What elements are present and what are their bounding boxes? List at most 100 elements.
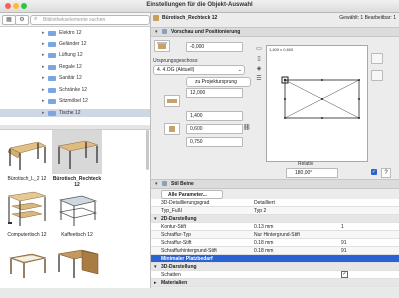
library-toolbar: ▦ ⚙ ⌕ Bibliothekselemente suchen xyxy=(2,14,150,25)
list-view-icon[interactable]: ☰ xyxy=(255,75,263,83)
object-thumbnail[interactable] xyxy=(2,242,52,298)
library-tree[interactable]: ▸ Elektro 12 ▸ Geländer 12 ▸ Lüftung 12 ▸ Re… xyxy=(0,26,150,126)
depth-field[interactable]: 0,600 xyxy=(186,124,243,134)
tree-item[interactable]: ▸ Lüftung 12 xyxy=(0,51,150,59)
chevron-down-icon[interactable]: ▾ xyxy=(155,181,158,187)
height-field[interactable]: 0,750 xyxy=(186,137,243,147)
section-view-icon[interactable]: ▯ xyxy=(255,55,263,63)
origin-story-select[interactable]: 4. 4.OG (Aktuell) ⌄ xyxy=(153,65,245,75)
section-icon xyxy=(162,29,167,34)
checkbox-checked[interactable]: ✓ xyxy=(371,169,377,175)
folder-icon xyxy=(48,42,56,47)
table-group-row[interactable]: ▾ 3D-Darstellung xyxy=(151,263,399,271)
table-row-highlighted[interactable]: Minimaler Platzbedarf xyxy=(151,255,399,263)
tree-item[interactable]: ▸ Regale 12 xyxy=(0,63,150,71)
link-icon[interactable]: ⛓ xyxy=(243,124,251,131)
offset-field[interactable]: -0,000 xyxy=(186,42,243,52)
object-type-icon xyxy=(153,15,159,21)
tree-item[interactable]: ▸ Sanitär 12 xyxy=(0,74,150,82)
view-tools: ▭ ▯ ◈ ☰ xyxy=(255,45,265,115)
width-icon xyxy=(164,95,180,107)
chevron-down-icon[interactable]: ▾ xyxy=(155,29,158,35)
object-grid[interactable]: Bürotisch_L_2 12 Bürotisch_Rechteck 12 C… xyxy=(0,130,150,288)
right-tools xyxy=(369,45,397,115)
library-search-input[interactable]: ⌕ Bibliothekselemente suchen xyxy=(30,15,150,25)
table-row[interactable]: Schraffur-Typ Nur Hintergrund-Stift xyxy=(151,231,399,239)
folder-icon xyxy=(48,111,56,116)
table-row[interactable]: Schraffurhintergrund-Stift 0.18 mm 91 xyxy=(151,247,399,255)
settings-panel: Bürotisch_Rechteck 12 Gewählt: 1 Bearbei… xyxy=(151,13,399,288)
search-placeholder: Bibliothekselemente suchen xyxy=(43,17,106,23)
all-parameters-button[interactable]: Alle Parameter... xyxy=(161,190,223,199)
view-mode-icon[interactable]: ▦ xyxy=(2,15,16,25)
mirror-icon[interactable] xyxy=(371,53,383,64)
relative-label: Relativ xyxy=(298,161,314,167)
object-thumbnail[interactable]: Bürotisch_L_2 12 xyxy=(2,130,52,186)
chevron-down-icon: ⌄ xyxy=(237,67,242,73)
folder-icon xyxy=(48,53,56,58)
tree-item[interactable]: ▸ Schränke 12 xyxy=(0,86,150,94)
z-field[interactable]: 12,000 xyxy=(186,88,243,98)
projection-select[interactable]: zu Projektursprung xyxy=(186,77,251,87)
chevron-right-icon[interactable]: ▸ xyxy=(42,98,45,104)
desk-plan-drawing xyxy=(281,76,360,119)
elevation-icon xyxy=(154,40,170,52)
shadow-checkbox[interactable]: ✓ xyxy=(341,271,348,278)
object-name: Bürotisch_Rechteck 12 xyxy=(162,15,218,21)
tree-item[interactable]: ▸ Geländer 12 xyxy=(0,40,150,48)
search-icon: ⌕ xyxy=(34,16,38,22)
table-row[interactable]: 3D-Detaillierungsgrad Detailliert xyxy=(151,199,399,207)
window-title: Einstellungen für die Objekt-Auswahl xyxy=(146,2,253,8)
tree-item[interactable]: ▸ Elektro 12 xyxy=(0,29,150,37)
angle-field[interactable]: 180,00° xyxy=(286,168,338,178)
section-style-header[interactable]: ▾ Stil Beine xyxy=(151,179,399,189)
preview-dimensions: 1,400 x 0,600 xyxy=(269,47,294,52)
folder-icon xyxy=(48,99,56,104)
computer-desk-icon xyxy=(2,186,52,230)
table-row[interactable]: Kontur-Stift 0.13 mm 1 xyxy=(151,223,399,231)
origin-label: Ursprungsgeschoss: xyxy=(153,58,199,64)
folder-icon xyxy=(48,65,56,70)
settings-gear-icon[interactable]: ⚙ xyxy=(15,15,29,25)
settings-header: Bürotisch_Rechteck 12 Gewählt: 1 Bearbei… xyxy=(151,13,399,23)
table-row[interactable]: Typ_Fußl Typ 2 xyxy=(151,207,399,215)
object-thumbnail-selected[interactable]: Bürotisch_Rechteck 12 xyxy=(52,130,102,188)
table-group-row[interactable]: ▾ 2D-Darstellung xyxy=(151,215,399,223)
tree-item-selected[interactable]: ▸ Tische 12 xyxy=(0,109,150,117)
library-panel: ▦ ⚙ ⌕ Bibliothekselemente suchen ▸ Elektr… xyxy=(0,13,151,288)
tree-item[interactable]: ▸ Sitzmöbel 12 xyxy=(0,97,150,105)
desk-rect-icon xyxy=(52,130,102,174)
table-icon xyxy=(2,242,52,286)
width-field[interactable]: 1,400 xyxy=(186,111,243,121)
3d-view-icon[interactable]: ◈ xyxy=(255,65,263,73)
preview-canvas[interactable]: 1,400 x 0,600 xyxy=(266,45,368,162)
section-icon xyxy=(162,181,167,186)
selection-info: Gewählt: 1 Bearbeitbar: 1 xyxy=(339,15,396,21)
chevron-down-icon[interactable]: ▾ xyxy=(154,264,157,270)
desk-drawers-icon xyxy=(52,242,102,286)
folder-icon xyxy=(48,88,56,93)
chevron-right-icon[interactable]: ▸ xyxy=(42,41,45,47)
chevron-right-icon[interactable]: ▸ xyxy=(42,30,45,36)
object-thumbnail[interactable]: Computertisch 12 xyxy=(2,186,52,242)
object-thumbnail[interactable] xyxy=(52,242,102,298)
chevron-right-icon[interactable]: ▸ xyxy=(42,75,45,81)
grid-scrollbar[interactable] xyxy=(146,130,149,170)
table-row[interactable]: Schraffur-Stift 0.18 mm 91 xyxy=(151,239,399,247)
coffee-table-icon xyxy=(52,186,102,230)
height-icon xyxy=(164,123,180,135)
help-icon[interactable]: ? xyxy=(381,168,391,178)
section-preview-header[interactable]: ▾ Vorschau und Positionierung xyxy=(151,27,399,37)
chevron-right-icon[interactable]: ▸ xyxy=(154,280,157,286)
chevron-down-icon[interactable]: ▾ xyxy=(154,216,157,222)
chevron-right-icon[interactable]: ▸ xyxy=(42,64,45,70)
chevron-right-icon[interactable]: ▸ xyxy=(42,87,45,93)
table-row[interactable]: Schatten ✓ xyxy=(151,271,399,279)
chevron-right-icon[interactable]: ▸ xyxy=(42,110,45,116)
plan-view-icon[interactable]: ▭ xyxy=(255,45,263,53)
table-group-row[interactable]: ▸ Materialien xyxy=(151,279,399,287)
chevron-right-icon[interactable]: ▸ xyxy=(42,52,45,58)
folder-icon xyxy=(48,76,56,81)
object-thumbnail[interactable]: Kaffeetisch 12 xyxy=(52,186,102,242)
anchor-icon[interactable] xyxy=(371,70,383,81)
